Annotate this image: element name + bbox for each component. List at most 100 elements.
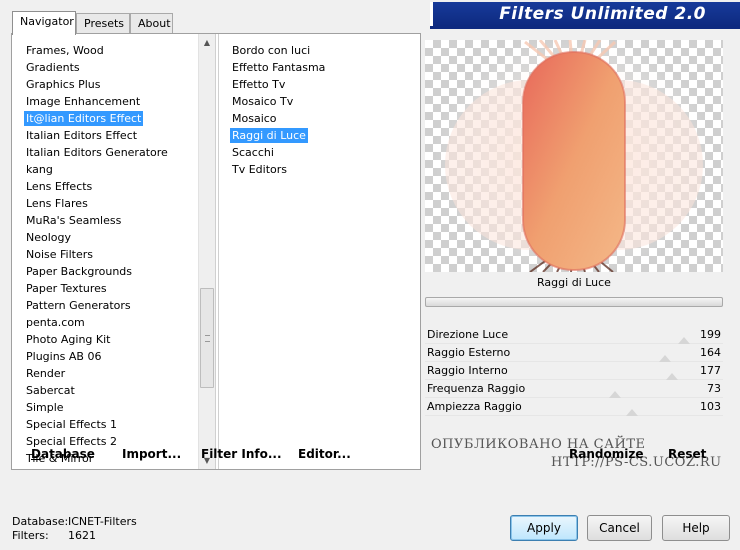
category-item-label: Italian Editors Effect <box>26 129 138 142</box>
scroll-up-arrow[interactable]: ▲ <box>199 34 215 51</box>
category-item[interactable]: Render <box>24 365 208 382</box>
category-item[interactable]: Italian Editors Generatore <box>24 144 208 161</box>
category-item[interactable]: Pattern Generators <box>24 297 208 314</box>
category-item[interactable]: Plugins AB 06 <box>24 348 208 365</box>
category-item-label: Paper Backgrounds <box>26 265 133 278</box>
filter-item-label: Mosaico <box>232 112 277 125</box>
filter-item-label: Mosaico Tv <box>232 95 294 108</box>
category-item-label: Graphics Plus <box>26 78 101 91</box>
filter-item[interactable]: Scacchi <box>230 144 420 161</box>
database-button[interactable]: Database <box>31 447 95 461</box>
tab-about[interactable]: About <box>130 13 173 34</box>
filter-item-label: Raggi di Luce <box>230 128 308 143</box>
category-item-label: Neology <box>26 231 72 244</box>
progress-bar <box>425 297 723 307</box>
filter-item-label: Effetto Fantasma <box>232 61 326 74</box>
category-item[interactable]: Sabercat <box>24 382 208 399</box>
category-item-label: Photo Aging Kit <box>26 333 111 346</box>
editor-button[interactable]: Editor... <box>298 447 351 461</box>
parameter-row[interactable]: Raggio Esterno 164 <box>425 344 723 362</box>
category-item[interactable]: MuRa's Seamless <box>24 212 208 229</box>
category-item-label: MuRa's Seamless <box>26 214 122 227</box>
filter-item[interactable]: Effetto Fantasma <box>230 59 420 76</box>
parameter-row[interactable]: Raggio Interno 177 <box>425 362 723 380</box>
category-item-label: kang <box>26 163 53 176</box>
category-item-label: Paper Textures <box>26 282 107 295</box>
category-item-label: Sabercat <box>26 384 75 397</box>
list-divider <box>218 34 219 469</box>
category-item-label: Pattern Generators <box>26 299 131 312</box>
parameter-value: 73 <box>707 382 721 395</box>
filter-item-label: Bordo con luci <box>232 44 311 57</box>
filter-item[interactable]: Effetto Tv <box>230 76 420 93</box>
category-item[interactable]: Lens Effects <box>24 178 208 195</box>
parameter-row[interactable]: Ampiezza Raggio 103 <box>425 398 723 416</box>
filter-list[interactable]: Bordo con luci Effetto Fantasma Effetto Tv… <box>230 42 420 178</box>
category-item[interactable]: Photo Aging Kit <box>24 331 208 348</box>
cancel-button[interactable]: Cancel <box>587 515 652 541</box>
scroll-thumb[interactable] <box>200 288 214 388</box>
status-area: Database:ICNET-Filters Filters: 1621 <box>12 515 137 543</box>
category-item[interactable]: Gradients <box>24 59 208 76</box>
parameter-value: 199 <box>700 328 721 341</box>
filter-item[interactable]: Bordo con luci <box>230 42 420 59</box>
tab-navigator[interactable]: Navigator <box>12 11 76 35</box>
slider-thumb[interactable] <box>678 337 691 344</box>
parameter-value: 177 <box>700 364 721 377</box>
parameter-name: Frequenza Raggio <box>427 382 526 395</box>
category-item-label: penta.com <box>26 316 85 329</box>
slider-thumb[interactable] <box>625 409 638 416</box>
randomize-button[interactable]: Randomize <box>569 447 643 461</box>
slider-thumb[interactable] <box>659 355 672 362</box>
category-item[interactable]: Special Effects 1 <box>24 416 208 433</box>
category-item-label: Frames, Wood <box>26 44 104 57</box>
parameter-sliders: Direzione Luce 199 Raggio Esterno 164 Raggio… <box>425 326 723 416</box>
filter-item-label: Effetto Tv <box>232 78 286 91</box>
category-list[interactable]: Frames, Wood Gradients Graphics Plus Image … <box>24 42 208 467</box>
slider-thumb[interactable] <box>666 373 679 380</box>
tab-presets[interactable]: Presets <box>76 13 130 34</box>
database-button-label: atabase <box>40 447 95 461</box>
navigator-panel: Frames, Wood Gradients Graphics Plus Image … <box>11 33 421 504</box>
database-value: ICNET-Filters <box>68 515 137 528</box>
filter-item[interactable]: Mosaico Tv <box>230 93 420 110</box>
preview-artwork <box>434 40 714 272</box>
category-item[interactable]: Image Enhancement <box>24 93 208 110</box>
banner-title: Filters Unlimited 2.0 <box>499 4 706 24</box>
filter-info-button[interactable]: Filter Info... <box>201 447 282 461</box>
slider-thumb[interactable] <box>609 391 622 398</box>
list-divider <box>215 34 216 469</box>
category-item[interactable]: Paper Textures <box>24 280 208 297</box>
parameter-value: 164 <box>700 346 721 359</box>
parameter-name: Ampiezza Raggio <box>427 400 522 413</box>
category-item[interactable]: Lens Flares <box>24 195 208 212</box>
parameter-name: Raggio Interno <box>427 364 508 377</box>
filter-item[interactable]: Mosaico <box>230 110 420 127</box>
help-button[interactable]: Help <box>662 515 730 541</box>
category-item-label: Lens Flares <box>26 197 88 210</box>
reset-button[interactable]: Reset <box>668 447 706 461</box>
category-item-label: Image Enhancement <box>26 95 141 108</box>
category-item[interactable]: kang <box>24 161 208 178</box>
parameter-row[interactable]: Frequenza Raggio 73 <box>425 380 723 398</box>
filter-item[interactable]: Tv Editors <box>230 161 420 178</box>
category-item[interactable]: Frames, Wood <box>24 42 208 59</box>
category-item-label: Lens Effects <box>26 180 93 193</box>
category-item[interactable]: It@lian Editors Effect <box>24 110 208 127</box>
banner-underline <box>430 26 740 29</box>
category-item[interactable]: Neology <box>24 229 208 246</box>
category-item[interactable]: Graphics Plus <box>24 76 208 93</box>
current-filter-name: Raggi di Luce <box>537 276 611 289</box>
filter-item[interactable]: Raggi di Luce <box>230 127 420 144</box>
category-item-label: Plugins AB 06 <box>26 350 102 363</box>
category-item[interactable]: Simple <box>24 399 208 416</box>
apply-button[interactable]: Apply <box>510 515 578 541</box>
import-button[interactable]: Import... <box>122 447 181 461</box>
category-item[interactable]: penta.com <box>24 314 208 331</box>
category-item-label: Render <box>26 367 66 380</box>
parameter-row[interactable]: Direzione Luce 199 <box>425 326 723 344</box>
category-item[interactable]: Italian Editors Effect <box>24 127 208 144</box>
category-scrollbar[interactable]: ▲ ▼ <box>198 34 215 469</box>
category-item[interactable]: Paper Backgrounds <box>24 263 208 280</box>
category-item[interactable]: Noise Filters <box>24 246 208 263</box>
